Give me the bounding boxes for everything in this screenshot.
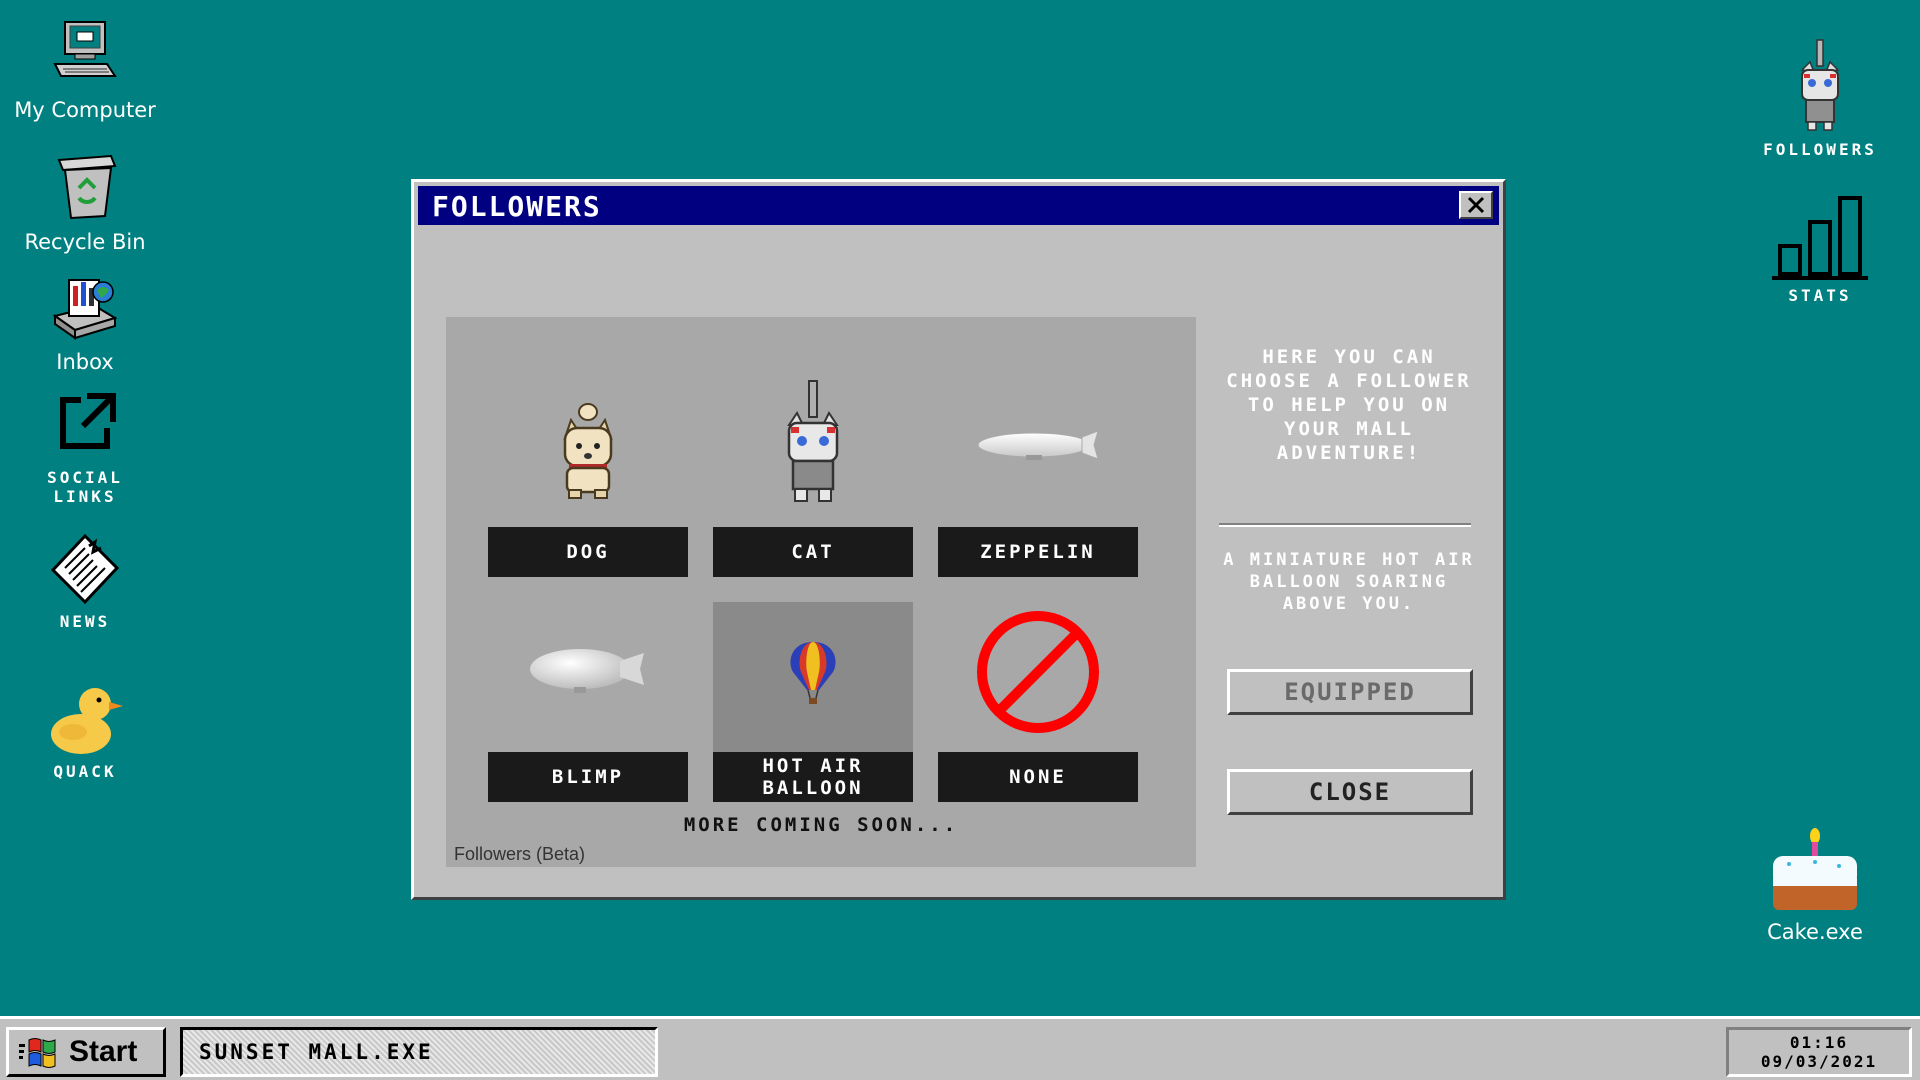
cake-icon <box>1773 828 1857 910</box>
system-clock: 01:16 09/03/2021 <box>1726 1027 1912 1077</box>
taskbar-item-sunset-mall[interactable]: SUNSET MALL.EXE <box>180 1027 658 1077</box>
followers-window: FOLLOWERS DOG CAT ZEPPELIN BLIMP HOT AIR… <box>411 179 1506 900</box>
clock-time: 01:16 <box>1789 1033 1849 1052</box>
desktop-icon-label: Recycle Bin <box>24 230 146 254</box>
none-icon <box>977 611 1099 733</box>
follower-option-hot-air-balloon[interactable]: HOT AIR BALLOON <box>713 602 913 802</box>
follower-name: NONE <box>938 752 1138 802</box>
cat-icon <box>1800 39 1840 131</box>
desktop-icon-stats[interactable]: STATS <box>1735 192 1905 305</box>
followers-grid: DOG CAT ZEPPELIN BLIMP HOT AIR BALLOON N… <box>446 317 1196 867</box>
desktop: My Computer Recycle Bin Inbox SOCIAL LIN… <box>0 0 1920 1016</box>
close-button[interactable]: CLOSE <box>1227 769 1473 815</box>
desktop-icon-social-links[interactable]: SOCIAL LINKS <box>0 384 170 506</box>
desktop-icon-inbox[interactable]: Inbox <box>0 266 170 374</box>
duck-icon <box>51 688 123 754</box>
desktop-icon-my-computer[interactable]: My Computer <box>0 14 170 122</box>
follower-name: CAT <box>713 527 913 577</box>
desktop-icon-label: STATS <box>1788 286 1852 305</box>
taskbar: Start SUNSET MALL.EXE 01:16 09/03/2021 <box>0 1016 1920 1080</box>
panel-caption: Followers (Beta) <box>454 844 586 864</box>
computer-icon <box>53 21 117 77</box>
follower-option-blimp[interactable]: BLIMP <box>488 602 688 802</box>
follower-option-cat[interactable]: CAT <box>713 377 913 577</box>
follower-description: A MINIATURE HOT AIR BALLOON SOARING ABOV… <box>1223 550 1475 614</box>
equipped-button[interactable]: EQUIPPED <box>1227 669 1473 715</box>
follower-option-zeppelin[interactable]: ZEPPELIN <box>938 377 1138 577</box>
desktop-icon-label: My Computer <box>14 98 156 122</box>
dog-icon <box>563 403 613 499</box>
bar-chart-icon <box>1772 196 1868 280</box>
desktop-icon-recycle-bin[interactable]: Recycle Bin <box>0 146 170 254</box>
desktop-icon-label: SOCIAL LINKS <box>47 468 123 506</box>
follower-option-none[interactable]: NONE <box>938 602 1138 802</box>
start-button[interactable]: Start <box>6 1027 166 1077</box>
intro-text: HERE YOU CAN CHOOSE A FOLLOWER TO HELP Y… <box>1226 346 1472 464</box>
window-title: FOLLOWERS <box>432 190 602 223</box>
follower-name: HOT AIR BALLOON <box>713 752 913 802</box>
desktop-icon-label: NEWS <box>59 612 111 631</box>
divider <box>1219 523 1471 527</box>
desktop-icon-label: FOLLOWERS <box>1763 140 1877 159</box>
cat-icon <box>787 380 839 502</box>
desktop-icon-quack[interactable]: QUACK <box>0 678 170 781</box>
recycle-bin-icon <box>57 154 117 220</box>
desktop-icon-news[interactable]: NEWS <box>0 528 170 631</box>
taskbar-item-label: SUNSET MALL.EXE <box>199 1040 434 1064</box>
desktop-icon-label: Cake.exe <box>1767 920 1863 944</box>
desktop-icon-followers[interactable]: FOLLOWERS <box>1735 36 1905 159</box>
title-bar[interactable]: FOLLOWERS <box>418 186 1499 225</box>
clock-date: 09/03/2021 <box>1760 1052 1878 1071</box>
inbox-icon <box>52 279 118 340</box>
close-icon <box>1467 196 1485 214</box>
blimp-icon <box>530 649 644 693</box>
desktop-icon-label: QUACK <box>53 762 117 781</box>
windows-logo-icon <box>19 1038 56 1068</box>
desktop-icon-label: Inbox <box>56 350 114 374</box>
start-label: Start <box>69 1035 138 1068</box>
newspaper-icon <box>50 533 120 605</box>
follower-name: ZEPPELIN <box>938 527 1138 577</box>
more-coming-soon-text: MORE COMING SOON... <box>683 814 959 836</box>
window-close-button[interactable] <box>1459 191 1493 219</box>
zeppelin-icon <box>977 430 1099 460</box>
desktop-icon-cake[interactable]: Cake.exe <box>1730 826 1900 944</box>
follower-option-dog[interactable]: DOG <box>488 377 688 577</box>
follower-name: DOG <box>488 527 688 577</box>
hot-air-balloon-icon <box>790 642 836 704</box>
follower-name: BLIMP <box>488 752 688 802</box>
external-link-icon <box>60 393 116 449</box>
